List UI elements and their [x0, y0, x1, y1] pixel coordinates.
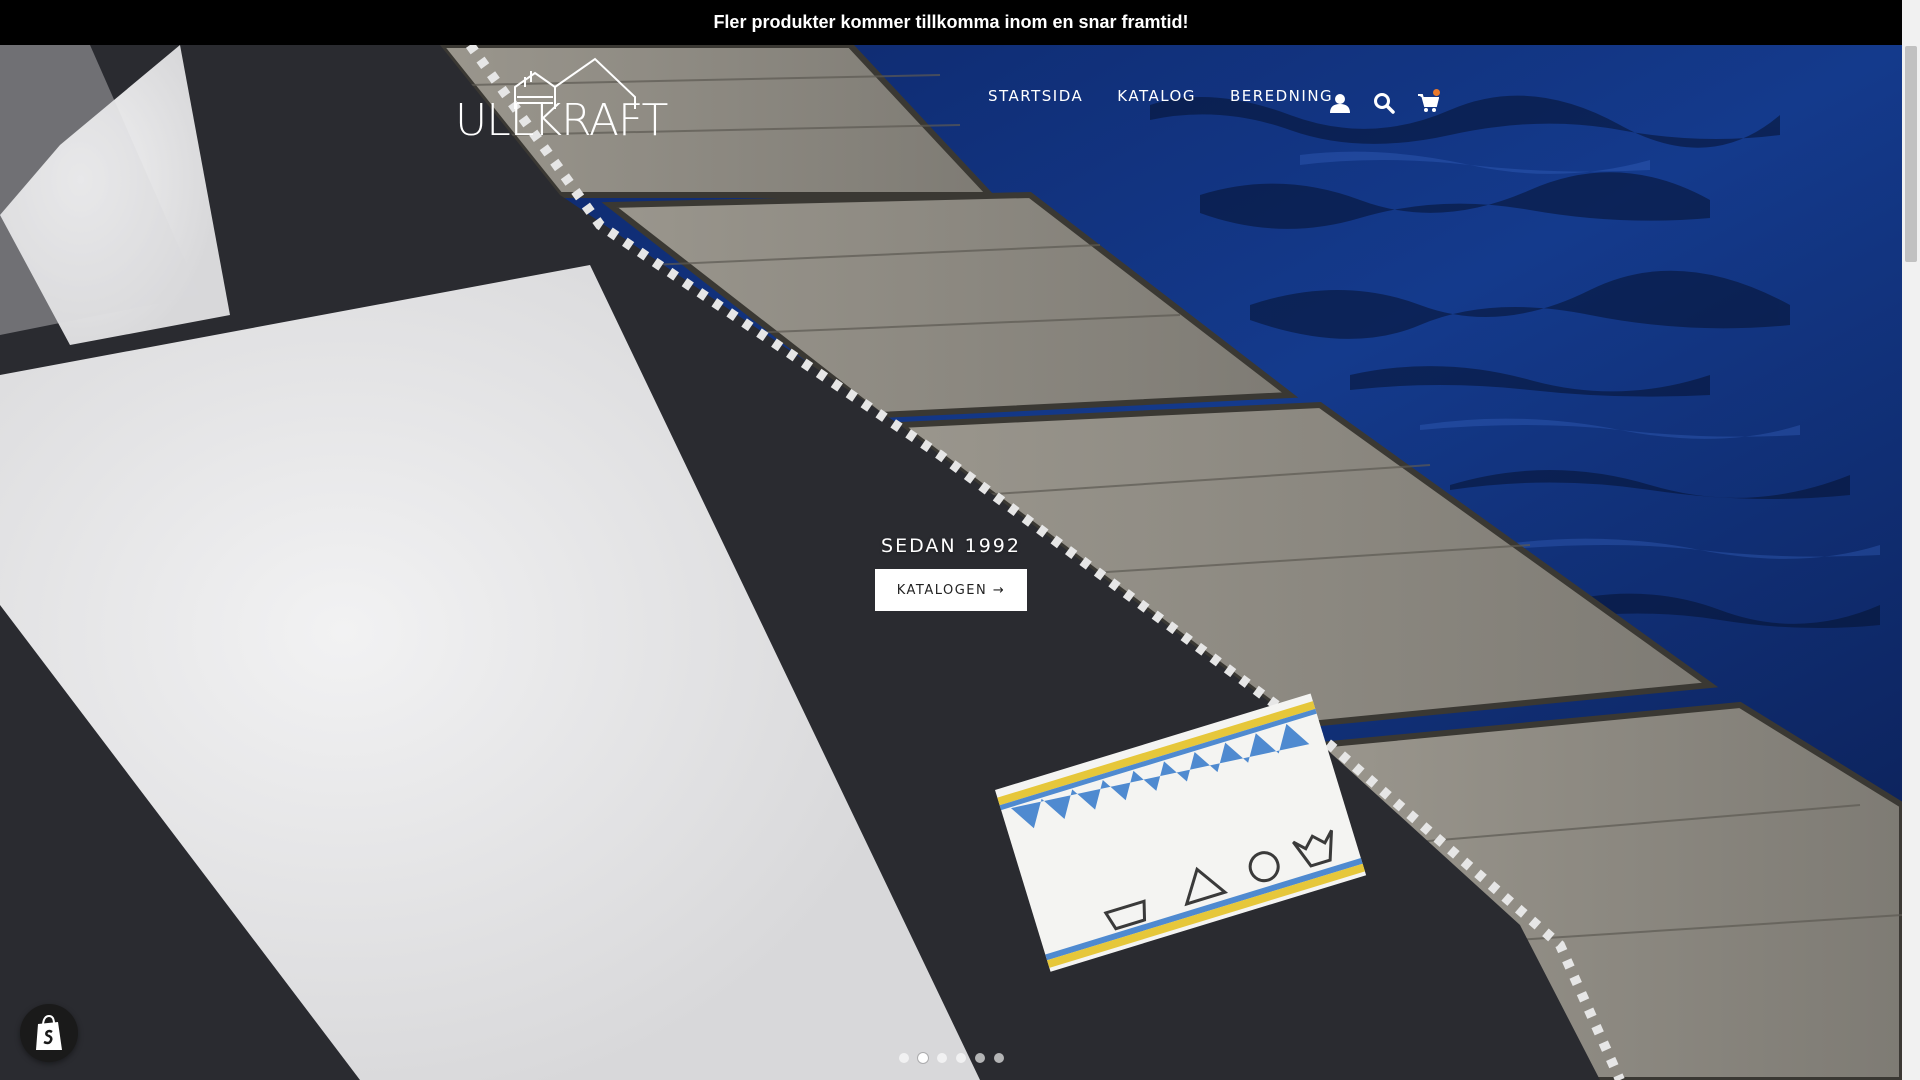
- slide-dot[interactable]: [917, 1053, 928, 1063]
- main-nav: STARTSIDA KATALOG BEREDNING: [988, 87, 1367, 105]
- announcement-bar: Fler produkter kommer tillkomma inom en …: [0, 0, 1902, 45]
- account-icon[interactable]: [1328, 91, 1352, 115]
- slide-dot[interactable]: [936, 1053, 947, 1063]
- shopify-icon[interactable]: [20, 1004, 78, 1062]
- logo[interactable]: ULLKRAFT: [455, 57, 668, 147]
- hero-subtitle: SEDAN 1992: [881, 535, 1021, 557]
- cart-icon[interactable]: [1416, 89, 1440, 115]
- header-icons: [1328, 89, 1440, 115]
- site-header: ULLKRAFT STARTSIDA KATALOG BEREDNING: [0, 45, 1902, 165]
- slide-dot[interactable]: [993, 1053, 1004, 1063]
- scrollbar[interactable]: [1902, 0, 1920, 1080]
- logo-text: ULLKRAFT: [455, 95, 668, 146]
- nav-startsida[interactable]: STARTSIDA: [988, 87, 1083, 105]
- announcement-text: Fler produkter kommer tillkomma inom en …: [713, 12, 1189, 32]
- hero-slideshow: SEDAN 1992 KATALOGEN →: [0, 45, 1902, 1080]
- scrollbar-thumb[interactable]: [1905, 46, 1917, 262]
- slide-dot[interactable]: [898, 1053, 909, 1063]
- slide-dot[interactable]: [955, 1053, 966, 1063]
- cart-count-badge: [1433, 89, 1440, 96]
- slideshow-dots: [0, 1053, 1902, 1063]
- slide-dot[interactable]: [974, 1053, 985, 1063]
- nav-beredning[interactable]: BEREDNING: [1230, 87, 1333, 105]
- nav-katalog[interactable]: KATALOG: [1117, 87, 1196, 105]
- hero-content: SEDAN 1992 KATALOGEN →: [0, 535, 1902, 611]
- catalog-button[interactable]: KATALOGEN →: [874, 569, 1028, 611]
- search-icon[interactable]: [1372, 91, 1396, 115]
